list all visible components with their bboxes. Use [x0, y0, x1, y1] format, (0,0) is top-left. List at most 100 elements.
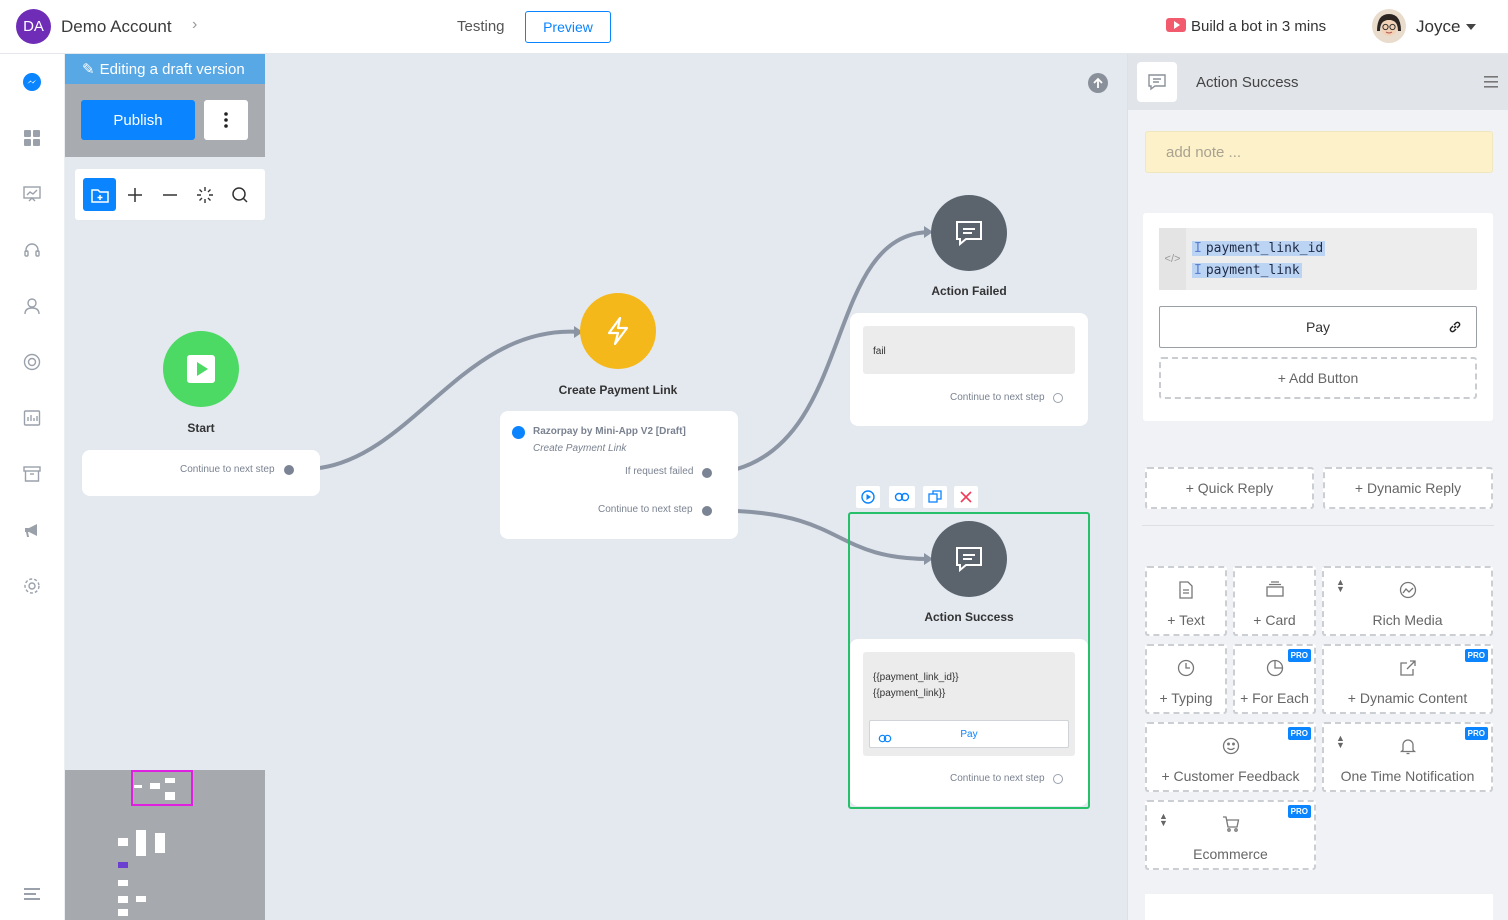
zoom-out-icon[interactable]	[153, 178, 186, 211]
bubble-text-line-2: {{payment_link}}	[873, 688, 946, 699]
account-avatar[interactable]: DA	[16, 9, 51, 44]
action-failed-title: Action Failed	[931, 284, 1007, 298]
add-button[interactable]: + Add Button	[1159, 357, 1477, 399]
account-name[interactable]: Demo Account	[61, 17, 172, 37]
failed-output-port[interactable]	[702, 468, 712, 478]
tile-label: + Card	[1253, 612, 1296, 628]
add-for-each-tile[interactable]: PRO + For Each	[1233, 644, 1316, 714]
quick-reply-button[interactable]: + Quick Reply	[1145, 467, 1314, 509]
one-time-notification-tile[interactable]: PRO ▲ ▼ One Time Notification	[1322, 722, 1493, 792]
user-icon[interactable]	[21, 295, 43, 317]
link-icon	[1448, 320, 1462, 337]
add-typing-tile[interactable]: + Typing	[1145, 644, 1227, 714]
pay-button-preview[interactable]: Pay	[869, 720, 1069, 748]
chevron-right-icon: ›	[192, 16, 198, 33]
add-folder-icon[interactable]	[83, 178, 116, 211]
flow-canvas[interactable]: ✎ Editing a draft version Publish Start	[65, 54, 1127, 920]
lifebuoy-icon[interactable]	[21, 351, 43, 373]
messenger-icon[interactable]	[21, 71, 43, 93]
continue-next-step-label: Continue to next step	[950, 392, 1045, 403]
tile-label: + Dynamic Content	[1347, 690, 1468, 706]
minimap-node	[136, 830, 146, 856]
dashboard-icon[interactable]	[21, 127, 43, 149]
auto-arrange-icon[interactable]	[188, 178, 221, 211]
dynamic-reply-button[interactable]: + Dynamic Reply	[1323, 467, 1493, 509]
action-failed-card[interactable]: fail Continue to next step	[850, 313, 1088, 426]
publish-button[interactable]: Publish	[81, 100, 195, 140]
panel-title[interactable]: Action Success	[1196, 74, 1299, 91]
pay-button-label: Pay	[960, 729, 978, 740]
action-success-card[interactable]: {{payment_link_id}} {{payment_link}} Pay…	[850, 639, 1088, 806]
tile-label: + Customer Feedback	[1161, 768, 1300, 784]
tile-label: Ecommerce	[1193, 846, 1268, 862]
message-icon[interactable]	[931, 195, 1007, 271]
clock-icon	[1147, 659, 1225, 677]
caret-down-icon[interactable]	[1466, 24, 1476, 30]
ecommerce-tile[interactable]: PRO ▲ ▼ Ecommerce	[1145, 800, 1316, 870]
reports-icon[interactable]	[21, 407, 43, 429]
upload-arrow-icon[interactable]	[1088, 73, 1108, 93]
edit-icon: ✎	[82, 61, 95, 78]
output-port[interactable]	[1053, 774, 1063, 784]
close-icon[interactable]	[954, 486, 978, 508]
continue-next-step-label: Continue to next step	[180, 464, 275, 475]
minimap-viewport[interactable]	[131, 770, 193, 806]
continue-next-step-label: Continue to next step	[950, 773, 1045, 784]
minimap-node	[136, 896, 146, 902]
build-bot-link[interactable]: Build a bot in 3 mins	[1191, 18, 1326, 35]
user-name[interactable]: Joyce	[1416, 17, 1460, 37]
properties-panel: Action Success add note ... </> Ipayment…	[1127, 54, 1508, 920]
message-icon[interactable]	[931, 521, 1007, 597]
user-avatar[interactable]	[1372, 9, 1406, 43]
bubble-text-line-1: {{payment_link_id}}	[873, 672, 959, 683]
minimap-node	[118, 838, 128, 846]
settings-gear-icon[interactable]	[21, 575, 43, 597]
pay-button[interactable]: Pay	[1159, 306, 1477, 348]
smiley-icon	[1147, 737, 1314, 755]
tile-label: One Time Notification	[1340, 768, 1475, 784]
text-editor[interactable]: </> Ipayment_link_id Ipayment_link	[1159, 228, 1477, 290]
add-customer-feedback-tile[interactable]: PRO + Customer Feedback	[1145, 722, 1316, 792]
minimap-node	[150, 783, 160, 789]
add-card-tile[interactable]: + Card	[1233, 566, 1316, 636]
minimap[interactable]	[65, 770, 265, 920]
headset-icon[interactable]	[21, 239, 43, 261]
collapse-menu-icon[interactable]	[21, 883, 43, 905]
bubble-text: fail	[873, 346, 886, 357]
menu-icon[interactable]	[1484, 75, 1498, 93]
minimap-node	[134, 785, 142, 788]
play-circle-icon[interactable]	[856, 486, 880, 508]
create-payment-node-title: Create Payment Link	[558, 383, 678, 397]
output-port[interactable]	[702, 506, 712, 516]
testing-label[interactable]: Testing	[457, 18, 505, 35]
lightning-icon[interactable]	[580, 293, 656, 369]
create-payment-card[interactable]: Razorpay by Mini-App V2 [Draft] Create P…	[500, 411, 738, 539]
add-dynamic-content-tile[interactable]: PRO + Dynamic Content	[1322, 644, 1493, 714]
editing-draft-banner: ✎ Editing a draft version	[65, 54, 265, 84]
pay-button-label: Pay	[1305, 319, 1331, 335]
rich-media-tile[interactable]: ▲ ▼ Rich Media	[1322, 566, 1493, 636]
variable-tag[interactable]: Ipayment_link	[1192, 263, 1302, 278]
link-icon[interactable]	[889, 486, 915, 508]
search-icon[interactable]	[223, 178, 256, 211]
request-failed-label: If request failed	[625, 466, 694, 477]
minimap-node	[165, 778, 175, 783]
youtube-icon[interactable]	[1166, 18, 1186, 32]
analytics-icon[interactable]	[21, 183, 43, 205]
start-node-icon[interactable]	[163, 331, 239, 407]
note-input[interactable]: add note ...	[1145, 131, 1493, 173]
megaphone-icon[interactable]	[21, 519, 43, 541]
duplicate-icon[interactable]	[923, 486, 947, 508]
zoom-in-icon[interactable]	[118, 178, 151, 211]
more-options-icon[interactable]	[204, 100, 248, 140]
output-port[interactable]	[284, 465, 294, 475]
start-node-card[interactable]: Continue to next step	[82, 450, 320, 496]
archive-icon[interactable]	[21, 463, 43, 485]
canvas-toolbar	[75, 169, 265, 220]
variable-tag[interactable]: Ipayment_link_id	[1192, 241, 1326, 256]
minimap-node	[118, 909, 128, 916]
output-port[interactable]	[1053, 393, 1063, 403]
external-link-icon	[1324, 659, 1491, 677]
add-text-tile[interactable]: + Text	[1145, 566, 1227, 636]
preview-button[interactable]: Preview	[525, 11, 611, 43]
